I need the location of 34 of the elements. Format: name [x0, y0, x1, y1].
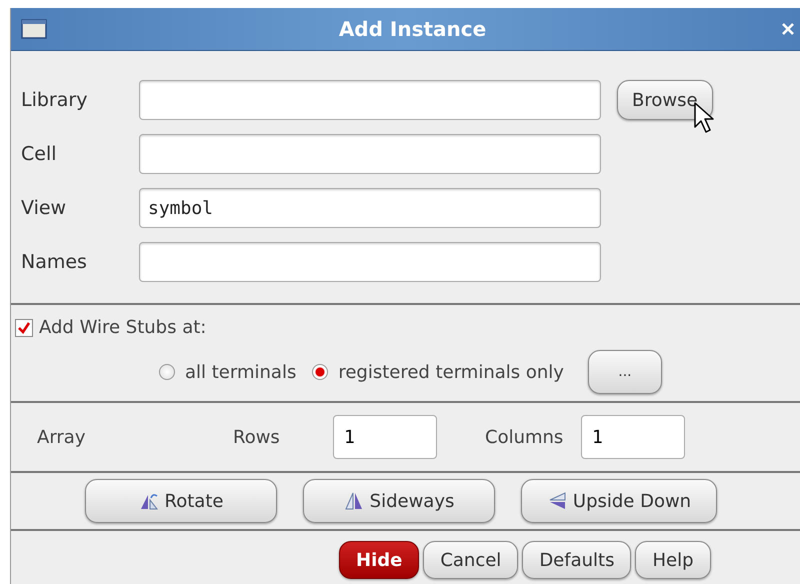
- columns-label: Columns: [485, 426, 564, 448]
- array-label: Array: [37, 426, 86, 448]
- mirror-icon: [344, 491, 364, 511]
- field-label: View: [20, 197, 68, 219]
- input-field[interactable]: [139, 134, 601, 174]
- field-label: Cell: [20, 143, 58, 165]
- rows-label: Rows: [233, 426, 281, 448]
- checkbox[interactable]: [15, 318, 33, 336]
- input-field[interactable]: symbol: [139, 188, 601, 228]
- input-field[interactable]: [139, 80, 601, 120]
- rows-field[interactable]: 1: [333, 415, 437, 459]
- more-button[interactable]: ...: [588, 350, 662, 394]
- dialog-button[interactable]: Defaults: [522, 541, 632, 579]
- field-label: Names: [20, 251, 88, 273]
- radio-button[interactable]: [312, 364, 328, 380]
- input-field[interactable]: [139, 242, 601, 282]
- radio-label: registered terminals only: [338, 362, 564, 382]
- check-icon: [17, 320, 31, 334]
- columns-field[interactable]: 1: [581, 415, 685, 459]
- close-icon: [782, 23, 794, 35]
- window-icon: [21, 19, 47, 39]
- field-label: Library: [20, 89, 88, 111]
- checkbox-label: Add Wire Stubs at:: [39, 317, 206, 338]
- transform-button[interactable]: Rotate: [85, 479, 277, 523]
- default-button[interactable]: Hide: [339, 541, 420, 579]
- browse-button[interactable]: Browse: [617, 80, 713, 120]
- radio-label: all terminals: [185, 362, 296, 382]
- radio-button[interactable]: [159, 364, 175, 380]
- dialog-button[interactable]: Help: [635, 541, 711, 579]
- transform-button[interactable]: Sideways: [303, 479, 495, 523]
- transform-button[interactable]: Upside Down: [521, 479, 717, 523]
- window-title: Add Instance: [338, 17, 488, 41]
- dialog-button[interactable]: Cancel: [423, 541, 518, 579]
- rotate-icon: [138, 491, 159, 511]
